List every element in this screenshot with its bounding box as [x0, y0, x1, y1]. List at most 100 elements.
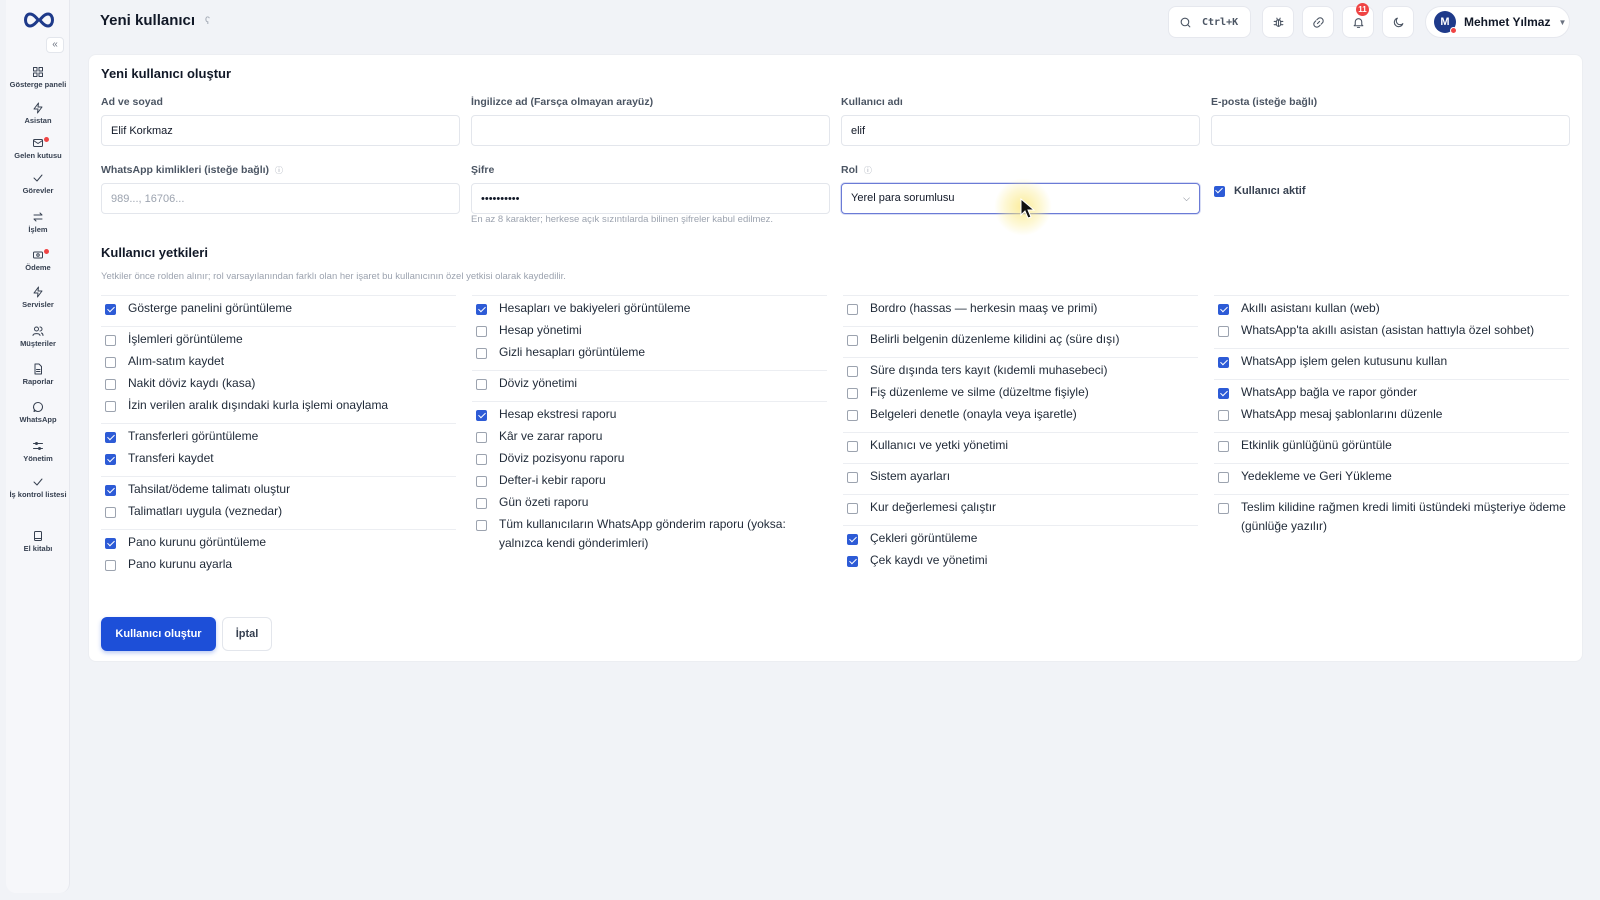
permission-item[interactable]: Yedekleme ve Geri Yükleme [1214, 467, 1569, 489]
checkbox-checked[interactable] [847, 534, 858, 545]
checkbox-unchecked[interactable] [1218, 410, 1229, 421]
checkbox-checked[interactable] [105, 304, 116, 315]
sidebar-item-checklist[interactable]: İş kontrol listesi [6, 476, 70, 499]
permission-item[interactable]: Gizli hesapları görüntüleme [472, 343, 827, 365]
checkbox-unchecked[interactable] [105, 379, 116, 390]
checkbox-checked[interactable] [105, 454, 116, 465]
checkbox-checked[interactable] [105, 432, 116, 443]
sidebar-item-inbox[interactable]: Gelen kutusu [6, 137, 70, 160]
permission-item[interactable]: Teslim kilidine rağmen kredi limiti üstü… [1214, 498, 1569, 536]
collapse-sidebar-button[interactable]: « [46, 37, 64, 53]
info-icon[interactable]: ⓘ [864, 165, 872, 176]
sidebar-item-handbook[interactable]: El kitabı [6, 530, 70, 553]
permission-item[interactable]: Talimatları uygula (veznedar) [101, 502, 456, 524]
email-input[interactable] [1211, 115, 1570, 146]
permission-item[interactable]: İzin verilen aralık dışındaki kurla işle… [101, 396, 456, 418]
checkbox-unchecked[interactable] [476, 498, 487, 509]
english-name-input[interactable] [471, 115, 830, 146]
permission-item[interactable]: Gün özeti raporu [472, 493, 827, 515]
checkbox-checked[interactable] [105, 485, 116, 496]
link-button[interactable] [1302, 6, 1334, 38]
permission-item[interactable]: Bordro (hassas — herkesin maaş ve primi) [843, 299, 1198, 321]
checkbox-unchecked[interactable] [476, 348, 487, 359]
debug-button[interactable] [1262, 6, 1294, 38]
checkbox-unchecked[interactable] [105, 560, 116, 571]
sidebar-item-management[interactable]: Yönetim [6, 440, 70, 463]
permission-item[interactable]: Döviz yönetimi [472, 374, 827, 396]
user-menu[interactable]: M Mehmet Yılmaz ▼ [1425, 6, 1570, 38]
checkbox-unchecked[interactable] [476, 454, 487, 465]
info-icon[interactable]: ʕ [205, 16, 210, 27]
permission-item[interactable]: WhatsApp mesaj şablonlarını düzenle [1214, 405, 1569, 427]
theme-toggle-button[interactable] [1382, 6, 1414, 38]
permission-item[interactable]: Defter-i kebir raporu [472, 471, 827, 493]
create-user-button[interactable]: Kullanıcı oluştur [101, 617, 216, 651]
permission-item[interactable]: Sistem ayarları [843, 467, 1198, 489]
permission-item[interactable]: Kullanıcı ve yetki yönetimi [843, 436, 1198, 458]
permission-item[interactable]: Tüm kullanıcıların WhatsApp gönderim rap… [472, 515, 827, 553]
sidebar-item-transaction[interactable]: İşlem [6, 211, 70, 234]
sidebar-item-tasks[interactable]: Görevler [6, 172, 70, 195]
permission-item[interactable]: Hesap ekstresi raporu [472, 405, 827, 427]
checkbox-unchecked[interactable] [847, 366, 858, 377]
checkbox-unchecked[interactable] [847, 503, 858, 514]
checkbox-unchecked[interactable] [1218, 472, 1229, 483]
permission-item[interactable]: Belgeleri denetle (onayla veya işaretle) [843, 405, 1198, 427]
sidebar-item-reports[interactable]: Raporlar [6, 363, 70, 386]
permission-item[interactable]: Transferi kaydet [101, 449, 456, 471]
permission-item[interactable]: Süre dışında ters kayıt (kıdemli muhaseb… [843, 361, 1198, 383]
checkbox-unchecked[interactable] [847, 472, 858, 483]
checkbox-unchecked[interactable] [1218, 503, 1229, 514]
info-icon[interactable]: ⓘ [275, 165, 283, 176]
checkbox-checked[interactable] [476, 304, 487, 315]
permission-item[interactable]: Döviz pozisyonu raporu [472, 449, 827, 471]
checkbox-checked[interactable] [105, 538, 116, 549]
permission-item[interactable]: İşlemleri görüntüleme [101, 330, 456, 352]
checkbox-unchecked[interactable] [105, 401, 116, 412]
search-button[interactable]: Ctrl+K [1168, 6, 1251, 38]
permission-item[interactable]: Etkinlik günlüğünü görüntüle [1214, 436, 1569, 458]
checkbox-unchecked[interactable] [847, 335, 858, 346]
permission-item[interactable]: Transferleri görüntüleme [101, 427, 456, 449]
checkbox-unchecked[interactable] [1218, 441, 1229, 452]
permission-item[interactable]: Fiş düzenleme ve silme (düzeltme fişiyle… [843, 383, 1198, 405]
checkbox-checked[interactable] [476, 410, 487, 421]
checkbox-unchecked[interactable] [847, 304, 858, 315]
permission-item[interactable]: WhatsApp işlem gelen kutusunu kullan [1214, 352, 1569, 374]
password-input[interactable] [471, 183, 830, 214]
permission-item[interactable]: Nakit döviz kaydı (kasa) [101, 374, 456, 396]
permission-item[interactable]: Tahsilat/ödeme talimatı oluştur [101, 480, 456, 502]
permission-item[interactable]: Pano kurunu görüntüleme [101, 533, 456, 555]
permission-item[interactable]: Belirli belgenin düzenleme kilidini aç (… [843, 330, 1198, 352]
checkbox-unchecked[interactable] [476, 520, 487, 531]
checkbox-unchecked[interactable] [105, 357, 116, 368]
checkbox-checked[interactable] [1218, 304, 1229, 315]
checkbox-unchecked[interactable] [847, 410, 858, 421]
permission-item[interactable]: Pano kurunu ayarla [101, 555, 456, 577]
permission-item[interactable]: WhatsApp'ta akıllı asistan (asistan hatt… [1214, 321, 1569, 343]
checkbox-unchecked[interactable] [105, 335, 116, 346]
sidebar-item-dashboard[interactable]: Gösterge paneli [6, 66, 70, 89]
sidebar-item-payment[interactable]: Ödeme [6, 249, 70, 272]
checkbox-checked[interactable] [1218, 388, 1229, 399]
checkbox-unchecked[interactable] [1218, 326, 1229, 337]
checkbox-unchecked[interactable] [476, 476, 487, 487]
sidebar-item-services[interactable]: Servisler [6, 286, 70, 309]
sidebar-item-customers[interactable]: Müşteriler [6, 325, 70, 348]
whatsapp-ids-input[interactable] [101, 183, 460, 214]
permission-item[interactable]: Hesap yönetimi [472, 321, 827, 343]
checkbox-checked[interactable] [847, 556, 858, 567]
checkbox-unchecked[interactable] [476, 326, 487, 337]
permission-item[interactable]: Gösterge panelini görüntüleme [101, 299, 456, 321]
permission-item[interactable]: WhatsApp bağla ve rapor gönder [1214, 383, 1569, 405]
permission-item[interactable]: Akıllı asistanı kullan (web) [1214, 299, 1569, 321]
logo-icon[interactable] [22, 10, 56, 30]
checkbox-unchecked[interactable] [847, 441, 858, 452]
permission-item[interactable]: Kur değerlemesi çalıştır [843, 498, 1198, 520]
notifications-button[interactable]: 11 [1342, 3, 1374, 38]
checkbox-unchecked[interactable] [476, 432, 487, 443]
cancel-button[interactable]: İptal [222, 617, 272, 651]
sidebar-item-whatsapp[interactable]: WhatsApp [6, 401, 70, 424]
user-active-checkbox[interactable]: Kullanıcı aktif [1214, 185, 1306, 197]
full-name-input[interactable] [101, 115, 460, 146]
